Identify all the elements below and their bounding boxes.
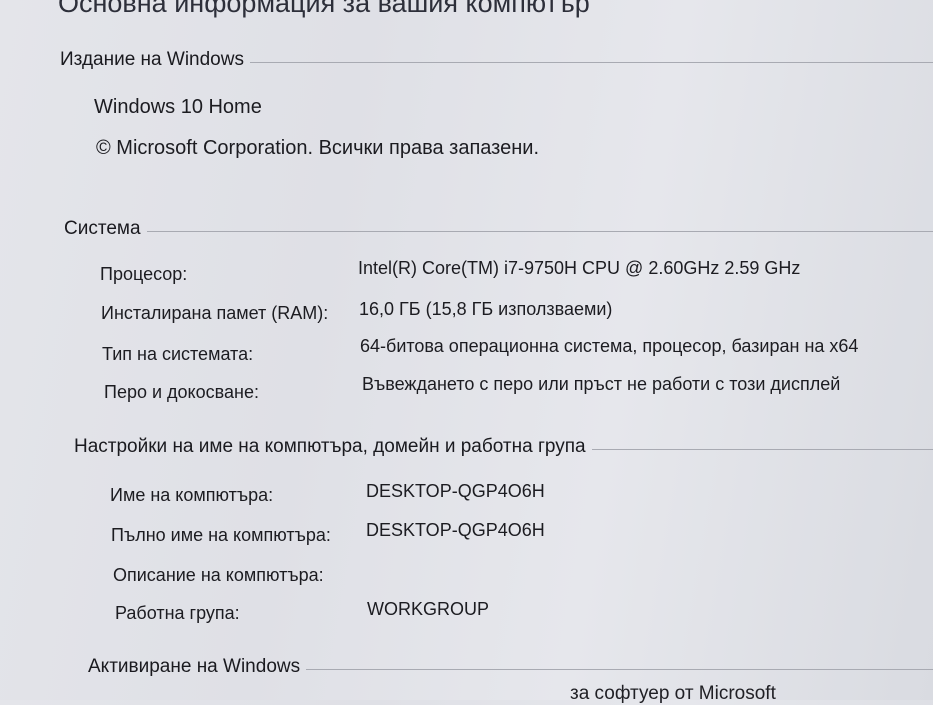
computer-name-label: Име на компютъра: (110, 485, 274, 505)
pen-touch-value: Въвеждането с перо или пръст не работи с… (362, 374, 841, 394)
processor-label: Процесор: (100, 264, 188, 284)
processor-value: Intel(R) Core(TM) i7-9750H CPU @ 2.60GHz… (358, 258, 801, 278)
system-type-label: Тип на системата: (102, 344, 254, 364)
windows-edition-divider (249, 61, 933, 63)
windows-edition-name: Windows 10 Home (94, 96, 262, 118)
pen-touch-label: Перо и докосване: (104, 382, 259, 402)
full-computer-name-row: Пълно име на компютъра: DESKTOP-QGP4O6H (111, 520, 911, 551)
workgroup-value: WORKGROUP (367, 599, 490, 619)
windows-copyright: © Microsoft Corporation. Всички права за… (96, 137, 540, 159)
computer-name-row: Име на компютъра: DESKTOP-QGP4O6H (110, 481, 910, 511)
ram-row: Инсталирана памет (RAM): 16,0 ГБ (15,8 Г… (101, 299, 931, 329)
computer-name-header: Настройки на име на компютъра, домейн и … (0, 436, 933, 458)
full-computer-name-label: Пълно име на компютъра: (111, 525, 331, 545)
activation-divider (306, 668, 933, 670)
workgroup-row: Работна група: WORKGROUP (115, 599, 915, 629)
processor-row: Процесор: Intel(R) Core(TM) i7-9750H CPU… (100, 258, 930, 290)
page-title: Основна информация за вашия компютър (58, 0, 590, 18)
windows-edition-header: Издание на Windows (0, 49, 933, 71)
windows-edition-header-label: Издание на Windows (60, 49, 244, 70)
ram-value: 16,0 ГБ (15,8 ГБ използваеми) (359, 299, 613, 319)
activation-header: Активиране на Windows (0, 656, 933, 678)
system-divider (146, 230, 933, 232)
system-header-label: Система (64, 218, 141, 239)
system-type-row: Тип на системата: 64-битова операционна … (102, 336, 932, 370)
system-header: Система (0, 218, 933, 240)
system-type-value: 64-битова операционна система, процесор,… (360, 336, 859, 356)
computer-description-row: Описание на компютъра: (113, 565, 913, 591)
computer-name-divider (591, 448, 933, 450)
pen-touch-row: Перо и докосване: Въвеждането с перо или… (104, 374, 933, 408)
workgroup-label: Работна група: (115, 603, 240, 623)
computer-name-value: DESKTOP-QGP4O6H (366, 481, 545, 501)
computer-description-label: Описание на компютъра: (113, 565, 324, 585)
full-computer-name-value: DESKTOP-QGP4O6H (366, 520, 545, 540)
computer-name-header-label: Настройки на име на компютъра, домейн и … (74, 436, 586, 457)
activation-text-partial: за софтуер от Microsoft (570, 683, 776, 704)
ram-label: Инсталирана памет (RAM): (101, 303, 329, 323)
activation-header-label: Активиране на Windows (88, 656, 301, 677)
